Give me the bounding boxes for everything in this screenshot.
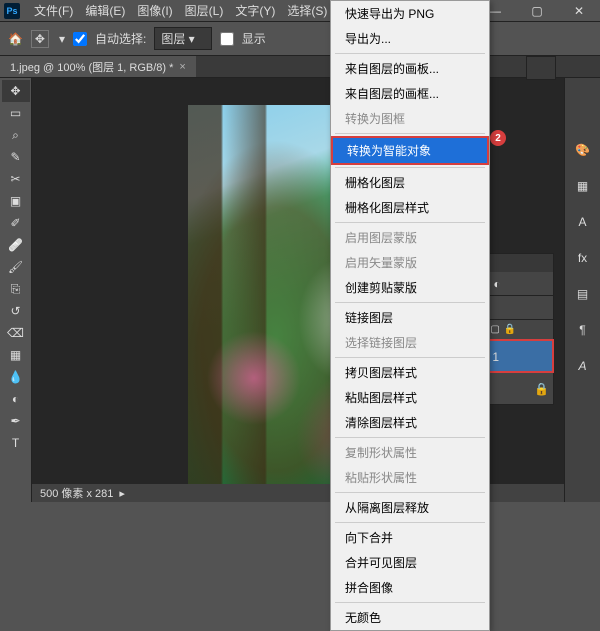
- healing-brush-tool[interactable]: 🩹: [2, 234, 30, 256]
- paragraph-panel-icon[interactable]: ¶: [571, 318, 595, 342]
- menubar: Ps 文件(F) 编辑(E) 图像(I) 图层(L) 文字(Y) 选择(S) —…: [0, 0, 600, 22]
- menu-layer[interactable]: 图层(L): [179, 2, 230, 19]
- menu-image[interactable]: 图像(I): [131, 2, 178, 19]
- frame-tool[interactable]: ▣: [2, 190, 30, 212]
- blur-tool[interactable]: 💧: [2, 366, 30, 388]
- menu-item: 转换为图框: [331, 106, 489, 131]
- menu-edit[interactable]: 编辑(E): [79, 2, 131, 19]
- menu-item: 选择链接图层: [331, 330, 489, 355]
- menu-separator: [335, 302, 485, 303]
- menu-item[interactable]: 创建剪贴蒙版: [331, 275, 489, 300]
- menu-item[interactable]: 合并可见图层: [331, 550, 489, 575]
- menu-item: 启用图层蒙版: [331, 225, 489, 250]
- glyphs-panel-icon[interactable]: A: [571, 354, 595, 378]
- menu-item[interactable]: 来自图层的画板...: [331, 56, 489, 81]
- menu-item: 粘贴形状属性: [331, 465, 489, 490]
- brush-tool[interactable]: 🖌: [2, 256, 30, 278]
- annotation-badge-2: 2: [490, 130, 506, 146]
- menu-item[interactable]: 拷贝图层样式: [331, 360, 489, 385]
- menu-item: 启用矢量蒙版: [331, 250, 489, 275]
- type-tool[interactable]: T: [2, 432, 30, 454]
- workspace-switcher[interactable]: [526, 56, 556, 80]
- lock-artboard-icon[interactable]: ▢: [490, 324, 499, 335]
- document-tab-title: 1.jpeg @ 100% (图层 1, RGB/8) *: [10, 59, 173, 75]
- pen-tool[interactable]: ✒: [2, 410, 30, 432]
- layer-context-menu: 快速导出为 PNG导出为... 来自图层的画板...来自图层的画框...转换为图框…: [330, 0, 490, 631]
- lasso-tool[interactable]: ⌕: [2, 124, 30, 146]
- preset-dropdown[interactable]: ▾: [59, 32, 65, 46]
- document-tabbar: 1.jpeg @ 100% (图层 1, RGB/8) * ×: [0, 56, 600, 78]
- close-button[interactable]: ✕: [558, 0, 600, 22]
- menu-separator: [335, 167, 485, 168]
- menu-item[interactable]: 导出为...: [331, 26, 489, 51]
- dodge-tool[interactable]: ◐: [2, 388, 30, 410]
- menu-item[interactable]: 从隔离图层释放: [331, 495, 489, 520]
- menu-item[interactable]: 来自图层的画框...: [331, 81, 489, 106]
- auto-select-label: 自动选择:: [95, 30, 146, 47]
- eraser-tool[interactable]: ⌫: [2, 322, 30, 344]
- menu-separator: [335, 133, 485, 134]
- move-tool-preset-icon[interactable]: ✥: [31, 30, 49, 48]
- menu-file[interactable]: 文件(F): [28, 2, 79, 19]
- doc-dimensions: 500 像素 x 281: [40, 485, 113, 501]
- document-tab[interactable]: 1.jpeg @ 100% (图层 1, RGB/8) * ×: [0, 56, 196, 77]
- menu-item[interactable]: 栅格化图层: [331, 170, 489, 195]
- menu-item[interactable]: 链接图层: [331, 305, 489, 330]
- auto-select-checkbox[interactable]: [73, 32, 87, 46]
- ps-logo: Ps: [4, 3, 20, 19]
- maximize-button[interactable]: ▢: [516, 0, 558, 22]
- workspace: ✥ ▭ ⌕ ✎ ✂ ▣ ✐ 🩹 🖌 ⎘ ↺ ⌫ ▦ 💧 ◐ ✒ T 图层 🔍 类…: [0, 78, 600, 502]
- menu-item[interactable]: 转换为智能对象: [331, 136, 489, 165]
- menu-item[interactable]: 无颜色: [331, 605, 489, 630]
- lock-all-icon[interactable]: 🔒: [504, 324, 516, 335]
- menu-item[interactable]: 向下合并: [331, 525, 489, 550]
- swatches-panel-icon[interactable]: ▦: [571, 174, 595, 198]
- marquee-tool[interactable]: ▭: [2, 102, 30, 124]
- filter-adjust-icon[interactable]: ◐: [493, 277, 500, 291]
- right-panel-rail: 🎨 ▦ A fx ▤ ¶ A: [564, 78, 600, 502]
- move-tool[interactable]: ✥: [2, 80, 30, 102]
- menu-separator: [335, 437, 485, 438]
- show-transform-label: 显示: [242, 30, 266, 47]
- adjustments-panel-icon[interactable]: ▤: [571, 282, 595, 306]
- menu-separator: [335, 222, 485, 223]
- menu-separator: [335, 53, 485, 54]
- menu-item[interactable]: 清除图层样式: [331, 410, 489, 435]
- eyedropper-tool[interactable]: ✐: [2, 212, 30, 234]
- home-icon[interactable]: 🏠: [8, 32, 23, 46]
- menu-item[interactable]: 快速导出为 PNG: [331, 1, 489, 26]
- menu-separator: [335, 492, 485, 493]
- menu-separator: [335, 357, 485, 358]
- menu-item: 复制形状属性: [331, 440, 489, 465]
- menu-type[interactable]: 文字(Y): [229, 2, 281, 19]
- close-tab-icon[interactable]: ×: [179, 61, 185, 73]
- tool-palette: ✥ ▭ ⌕ ✎ ✂ ▣ ✐ 🩹 🖌 ⎘ ↺ ⌫ ▦ 💧 ◐ ✒ T: [0, 78, 32, 502]
- quick-select-tool[interactable]: ✎: [2, 146, 30, 168]
- menu-select[interactable]: 选择(S): [281, 2, 333, 19]
- window-controls: — ▢ ✕: [474, 0, 600, 22]
- lock-icon: 🔒: [534, 382, 549, 396]
- menu-separator: [335, 522, 485, 523]
- show-transform-checkbox[interactable]: [220, 32, 234, 46]
- menu-item[interactable]: 拼合图像: [331, 575, 489, 600]
- menu-item[interactable]: 栅格化图层样式: [331, 195, 489, 220]
- auto-select-target[interactable]: 图层 ▾: [154, 27, 211, 50]
- menu-separator: [335, 602, 485, 603]
- gradient-tool[interactable]: ▦: [2, 344, 30, 366]
- color-panel-icon[interactable]: 🎨: [571, 138, 595, 162]
- character-panel-icon[interactable]: A: [571, 210, 595, 234]
- crop-tool[interactable]: ✂: [2, 168, 30, 190]
- clone-stamp-tool[interactable]: ⎘: [2, 278, 30, 300]
- history-brush-tool[interactable]: ↺: [2, 300, 30, 322]
- options-bar: 🏠 ✥ ▾ 自动选择: 图层 ▾ 显示: [0, 22, 600, 56]
- status-dropdown[interactable]: ▸: [119, 487, 125, 500]
- styles-panel-icon[interactable]: fx: [571, 246, 595, 270]
- menu-item[interactable]: 粘贴图层样式: [331, 385, 489, 410]
